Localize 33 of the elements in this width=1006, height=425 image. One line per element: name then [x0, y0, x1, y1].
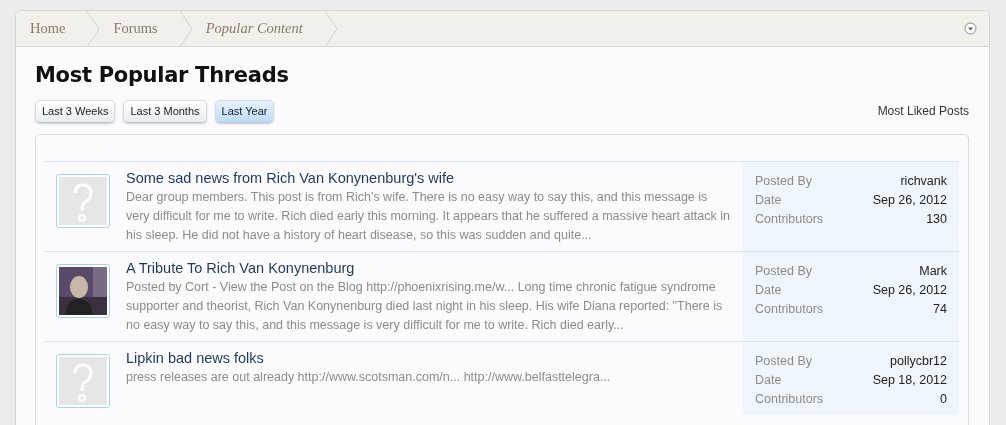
info-label: Date [755, 191, 782, 209]
breadcrumb-link[interactable]: Home [16, 11, 88, 46]
info-value: Sep 26, 2012 [872, 281, 947, 299]
info-value: 130 [926, 210, 947, 228]
most-liked-posts-link[interactable]: Most Liked Posts [877, 102, 969, 121]
page-title: Most Popular Threads [35, 63, 290, 89]
thread-snippet: Posted by Cort - View the Post on the Blog http://phoenixrising.me/w... Long time chronic fatigue syndrome supporter and theorist, Rich Van Konynenburg died last night in his sleep. His wife Diana reported: "There is no easy way to say this, and this message is very difficult for me to write. Rich died early... [126, 278, 724, 334]
info-value: Mark [919, 262, 947, 280]
thread-title-link[interactable]: A Tribute To Rich Van Konynenburg [126, 257, 731, 278]
dropdown-icon[interactable] [964, 22, 977, 35]
info-label: Date [755, 371, 782, 389]
info-value: 74 [933, 300, 947, 318]
thread-snippet: press releases are out already http://www.scotsman.com/n... http://www.belfasttelegra... [126, 368, 612, 386]
info-label: Posted By [755, 352, 812, 370]
info-value: 0 [940, 390, 947, 408]
filter-button[interactable]: Last 3 Months [123, 100, 207, 123]
info-label: Contributors [755, 300, 824, 318]
info-value: Sep 26, 2012 [872, 191, 947, 209]
thread-title-link[interactable]: Lipkin bad news folks [126, 347, 731, 368]
breadcrumb-link[interactable]: Forums [99, 11, 180, 46]
thread-snippet: Dear group members. This post is from Rich's wife. There is no easy way to say this, and this message is very difficult for me to write. Rich died early this morning. It appears that he suffered a massive heart attack in his sleep. He did not have a history of heart disease, so this was sudden and quite... [126, 188, 731, 244]
info-label: Contributors [755, 210, 824, 228]
thread-title-link[interactable]: Some sad news from Rich Van Konynenburg's wife [126, 167, 731, 188]
info-label: Posted By [755, 172, 812, 190]
filter-button[interactable]: Last 3 Weeks [35, 100, 116, 123]
info-label: Contributors [755, 390, 824, 408]
breadcrumb-link[interactable]: Popular Content [191, 11, 325, 46]
info-value: Sep 18, 2012 [872, 371, 947, 389]
info-value: pollycbr12 [890, 352, 947, 370]
info-label: Posted By [755, 262, 812, 280]
info-value: richvank [900, 172, 947, 190]
info-label: Date [755, 281, 782, 299]
filter-button[interactable]: Last Year [214, 100, 275, 123]
